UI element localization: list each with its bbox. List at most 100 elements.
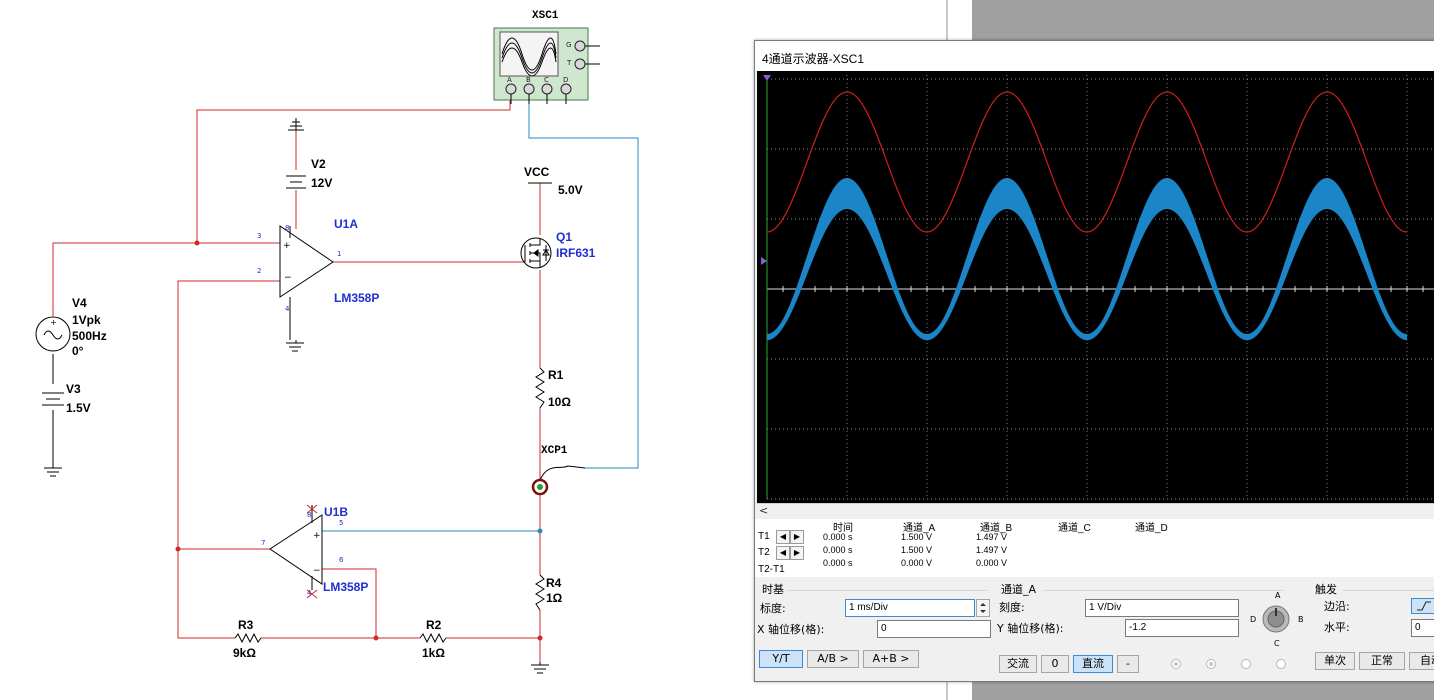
t2-right-arrow-icon[interactable]: ▶ (790, 546, 804, 560)
v2-name-label: V2 (311, 157, 326, 171)
t1-ch-b: 1.497 V (976, 532, 1008, 542)
ac-coupling-button[interactable]: 交流 (999, 655, 1037, 673)
vcc-value-label: 5.0V (558, 183, 583, 197)
r3-value-label: 9kΩ (233, 646, 256, 660)
t2-left-arrow-icon[interactable]: ◀ (776, 546, 790, 560)
row-t1-label: T1 (758, 531, 770, 542)
q1-name-label: Q1 (556, 230, 573, 244)
yt-button[interactable]: Y/T (759, 650, 803, 668)
u1b-model-label: LM358P (323, 580, 369, 594)
t1-time: 0.000 s (823, 532, 853, 542)
timebase-divider (787, 590, 987, 591)
row-t2-label: T2 (758, 547, 770, 558)
wire-feedback-left (177, 280, 280, 639)
minus-button[interactable]: - (1117, 655, 1139, 673)
trigger-edge-label: 边沿: (1324, 600, 1350, 613)
u1a-pin-minus: 2 (257, 267, 262, 275)
v2-value-label: 12V (311, 176, 333, 190)
r1-value-label: 10Ω (548, 395, 571, 409)
ch-c-radio[interactable] (1241, 659, 1251, 669)
channel-selector-knob-icon[interactable] (1261, 604, 1291, 634)
resistor-r2-icon (419, 632, 447, 644)
v3-value-label: 1.5V (66, 401, 91, 415)
channel-scale-label: 刻度: (999, 601, 1025, 614)
channel-scale-input[interactable]: 1 V/Div (1085, 599, 1239, 617)
t1-right-arrow-icon[interactable]: ▶ (790, 530, 804, 544)
vcc-label: VCC (524, 165, 550, 179)
oscilloscope-window: 4通道示波器-XSC1 < 时间 通道_A 通道_B 通道_C 通道_D T1 … (754, 40, 1434, 682)
scope-pin-c: C (544, 76, 549, 84)
timebase-xpos-input[interactable]: 0 (877, 620, 991, 638)
mosfet-q1-icon (520, 237, 552, 269)
r4-value-label: 1Ω (546, 591, 563, 605)
oscilloscope-icon (493, 27, 600, 104)
u1a-name-label: U1A (334, 217, 359, 231)
probe-name-label: XCP1 (541, 445, 568, 457)
zero-coupling-button[interactable]: 0 (1041, 655, 1069, 673)
timebase-scale-label: 标度: (760, 602, 786, 615)
current-probe-icon (531, 465, 586, 496)
trigger-auto-button[interactable]: 自动 (1409, 652, 1434, 670)
svg-text:+: + (50, 318, 57, 327)
header-ch-d: 通道_D (1135, 523, 1168, 534)
svg-text:−: − (313, 566, 321, 576)
rising-edge-icon (1417, 601, 1431, 611)
r3-name-label: R3 (238, 618, 254, 632)
ab-button[interactable]: A/B > (807, 650, 859, 668)
scope-pin-b: B (526, 76, 531, 84)
u1a-pin-vn: 4 (285, 305, 290, 313)
v4-phase-label: 0° (72, 344, 84, 358)
timebase-scale-input[interactable]: 1 ms/Div (845, 599, 975, 617)
r2-name-label: R2 (426, 618, 442, 632)
v4-amp-label: 1Vpk (72, 313, 101, 327)
ch-b-radio[interactable] (1206, 659, 1216, 669)
dc-coupling-button[interactable]: 直流 (1073, 655, 1113, 673)
scope-pin-d: D (563, 76, 569, 84)
t2-time: 0.000 s (823, 545, 853, 555)
resistor-r4-icon (535, 574, 545, 611)
timebase-xpos-label: X 轴位移(格): (757, 623, 825, 636)
window-titlebar[interactable]: 4通道示波器-XSC1 (755, 41, 1434, 71)
scope-pin-a: A (507, 76, 512, 84)
channel-divider (1043, 590, 1283, 591)
trigger-normal-button[interactable]: 正常 (1359, 652, 1405, 670)
r1-name-label: R1 (548, 368, 564, 382)
t2-ch-a: 1.500 V (901, 545, 933, 555)
ch-a-radio[interactable] (1171, 659, 1181, 669)
apb-button[interactable]: A+B > (863, 650, 919, 668)
scope-screen[interactable] (757, 71, 1434, 503)
ch-d-radio[interactable] (1276, 659, 1286, 669)
scroll-left-icon[interactable]: < (759, 504, 768, 517)
trigger-rising-edge-button[interactable] (1411, 598, 1434, 614)
u1a-model-label: LM358P (334, 291, 380, 305)
wire-scope-b (528, 100, 639, 469)
trigger-title: 触发 (1315, 583, 1337, 596)
trigger-single-button[interactable]: 单次 (1315, 652, 1355, 670)
u1b-pin-plus: 5 (339, 519, 344, 527)
trigger-divider (1343, 590, 1434, 591)
timebase-scale-spinner[interactable] (976, 599, 990, 617)
r4-name-label: R4 (546, 576, 562, 590)
readings-panel: 时间 通道_A 通道_B 通道_C 通道_D T1 ◀ ▶ 0.000 s 1.… (755, 519, 1434, 577)
t2t1-ch-b: 0.000 V (976, 558, 1008, 568)
ch-a-level-marker (761, 257, 767, 265)
svg-text:+: + (313, 531, 321, 541)
resistor-r1-icon (535, 367, 545, 409)
knob-label-b: B (1298, 615, 1304, 624)
knob-label-c: C (1274, 639, 1280, 648)
trigger-level-input[interactable]: 0 (1411, 619, 1434, 637)
battery-v3-icon (42, 392, 64, 406)
t1-left-arrow-icon[interactable]: ◀ (776, 530, 790, 544)
u1b-pin-vn: 4 (307, 589, 312, 597)
controls-panel: 时基 标度: 1 ms/Div X 轴位移(格): 0 Y/T A/B > A+… (755, 578, 1434, 681)
knob-label-a: A (1275, 591, 1281, 600)
battery-v2-icon (286, 175, 306, 189)
scope-graph (761, 75, 1434, 500)
t1-cursor-marker (763, 75, 771, 81)
row-t2t1-label: T2-T1 (758, 564, 785, 575)
u1b-pin-out: 7 (261, 539, 266, 547)
header-ch-c: 通道_C (1058, 523, 1091, 534)
channel-ypos-input[interactable]: -1.2 (1125, 619, 1239, 637)
wire-v4-in (52, 242, 280, 316)
horizontal-scrollbar[interactable]: < (757, 503, 1434, 519)
